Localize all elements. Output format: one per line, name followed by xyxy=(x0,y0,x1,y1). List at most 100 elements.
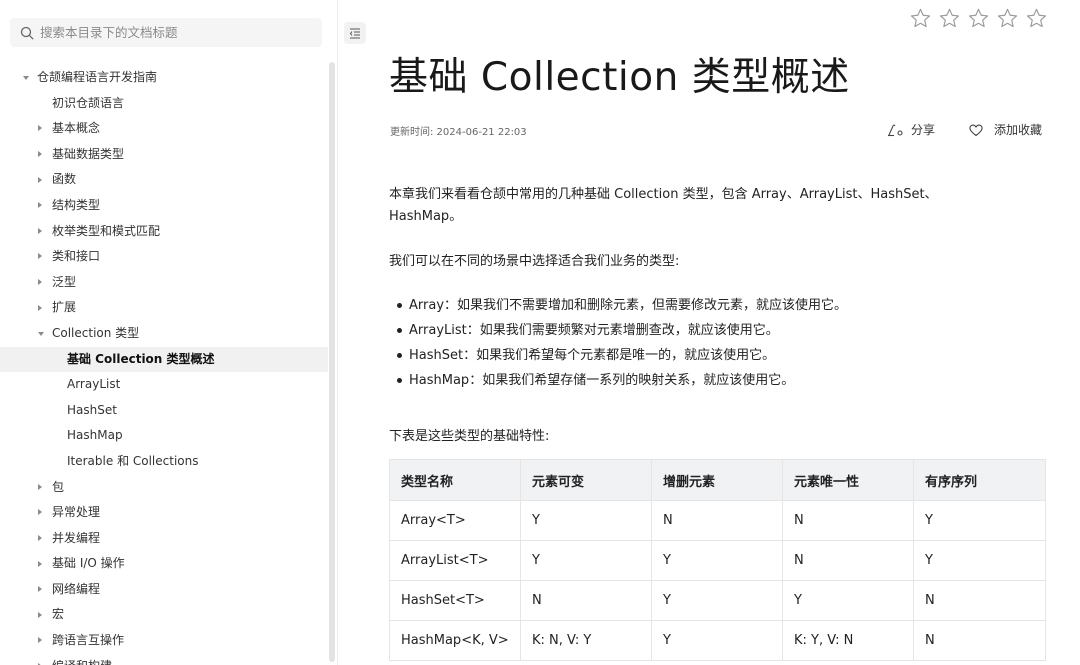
caret-right-icon[interactable] xyxy=(38,227,42,234)
caret-right-icon[interactable] xyxy=(38,534,42,541)
favorite-button[interactable]: 添加收藏 xyxy=(968,121,1042,138)
sidebar-item[interactable]: 扩展 xyxy=(0,295,328,321)
caret-right-icon[interactable] xyxy=(38,279,42,286)
sidebar-item-label: 基础数据类型 xyxy=(52,146,125,161)
table-row: HashMap<K, V> K: N, V: Y Y K: Y, V: NN xyxy=(389,620,1046,661)
sidebar-item[interactable]: 并发编程 xyxy=(0,526,328,552)
table-cell: Y xyxy=(651,620,783,661)
table-row: Array<T> Y N N Y xyxy=(389,500,1046,541)
star-icon[interactable] xyxy=(967,7,990,30)
sidebar-item[interactable]: Iterable 和 Collections xyxy=(0,449,328,475)
favorite-label: 添加收藏 xyxy=(994,123,1043,137)
table-cell: Y xyxy=(782,580,914,621)
table-header-cell: 增删元素 xyxy=(651,459,783,501)
list-item-text: HashMap：如果我们希望存储一系列的映射关系，就应该使用它。 xyxy=(409,373,795,388)
list-item: HashMap：如果我们希望存储一系列的映射关系，就应该使用它。 xyxy=(389,368,847,393)
heart-icon xyxy=(969,124,983,136)
search-box[interactable] xyxy=(10,18,322,47)
sidebar-item-label: 基础 Collection 类型概述 xyxy=(67,351,215,366)
star-icon[interactable] xyxy=(1025,7,1048,30)
page-title: 基础 Collection 类型概述 xyxy=(389,55,850,100)
sidebar: 仓颉编程语言开发指南初识仓颉语言基本概念基础数据类型函数结构类型枚举类型和模式匹… xyxy=(0,0,338,665)
sidebar-item[interactable]: HashMap xyxy=(0,423,328,449)
star-icon[interactable] xyxy=(938,7,961,30)
sidebar-item[interactable]: 枚举类型和模式匹配 xyxy=(0,219,328,245)
bullet-dot xyxy=(397,378,402,383)
sidebar-item[interactable]: 基础数据类型 xyxy=(0,142,328,168)
sidebar-item-label: 仓颉编程语言开发指南 xyxy=(37,70,158,84)
list-item-text: HashSet：如果我们希望每个元素都是唯一的，就应该使用它。 xyxy=(409,348,776,363)
table-cell: N xyxy=(782,500,914,541)
table-header-cell: 类型名称 xyxy=(389,459,521,501)
sidebar-item[interactable]: 基本概念 xyxy=(0,116,328,142)
caret-right-icon[interactable] xyxy=(38,176,42,183)
caret-right-icon[interactable] xyxy=(38,304,42,311)
bullet-dot xyxy=(397,328,402,333)
caret-right-icon[interactable] xyxy=(38,509,42,516)
sidebar-item-label: 泛型 xyxy=(52,274,77,289)
sidebar-item-label: Collection 类型 xyxy=(52,325,140,340)
caret-right-icon[interactable] xyxy=(38,151,42,158)
table-cell: N xyxy=(651,500,783,541)
caret-right-icon[interactable] xyxy=(38,611,42,618)
intro-paragraph: 本章我们来看看仓颉中常用的几种基础 Collection 类型，包含 Array… xyxy=(389,187,938,224)
share-button[interactable]: 分享 xyxy=(887,121,935,138)
caret-down-icon[interactable] xyxy=(23,75,29,80)
sidebar-item-label: 编译和构建 xyxy=(52,654,112,665)
sidebar-item-label: 类和接口 xyxy=(52,249,101,264)
caret-right-icon[interactable] xyxy=(38,202,42,209)
star-icon[interactable] xyxy=(996,7,1019,30)
table-cell: Y xyxy=(651,580,783,621)
star-icon[interactable] xyxy=(909,7,932,30)
sidebar-item-label: 包 xyxy=(52,479,65,494)
sidebar-item[interactable]: 编译和构建 xyxy=(0,654,328,665)
rating-stars[interactable] xyxy=(909,7,1048,30)
sidebar-item[interactable]: 函数 xyxy=(0,167,328,193)
sidebar-item[interactable]: 网络编程 xyxy=(0,577,328,603)
sidebar-scrollbar[interactable] xyxy=(329,62,335,662)
sidebar-item-label: ArrayList xyxy=(67,377,121,392)
sidebar-item-label: 基础 I/O 操作 xyxy=(52,556,125,571)
table-cell: HashSet<T> xyxy=(389,580,521,621)
sidebar-item[interactable]: HashSet xyxy=(0,398,328,424)
sidebar-item-label: 函数 xyxy=(52,172,77,187)
sidebar-item[interactable]: 异常处理 xyxy=(0,500,328,526)
table-cell: N xyxy=(782,540,914,581)
sidebar-item[interactable]: ArrayList xyxy=(0,372,328,398)
sidebar-item[interactable]: 仓颉编程语言开发指南 xyxy=(0,65,328,91)
caret-down-icon[interactable] xyxy=(38,331,44,336)
caret-right-icon[interactable] xyxy=(38,253,42,260)
sidebar-item[interactable]: 初识仓颉语言 xyxy=(0,91,328,117)
table-cell: ArrayList<T> xyxy=(389,540,521,581)
sidebar-item-label: 跨语言互操作 xyxy=(52,633,125,648)
sidebar-item[interactable]: Collection 类型 xyxy=(0,321,328,347)
sidebar-item[interactable]: 结构类型 xyxy=(0,193,328,219)
caret-right-icon[interactable] xyxy=(38,125,42,132)
caret-right-icon[interactable] xyxy=(38,637,42,644)
table-cell: Y xyxy=(913,500,1046,541)
caret-right-icon[interactable] xyxy=(38,560,42,567)
table-header-row: 类型名称 元素可变 增删元素 元素唯一性 有序序列 xyxy=(389,459,1046,501)
doc-tree: 仓颉编程语言开发指南初识仓颉语言 基本概念基础数据类型 函数结构类型 枚举类型和模式匹… xyxy=(0,65,328,665)
main-content: 基础 Collection 类型概述 更新时间: 2024-06-21 22:0… xyxy=(339,0,1080,665)
sidebar-item[interactable]: 基础 Collection 类型概述 xyxy=(0,346,328,373)
list-item-text: Array：如果我们不需要增加和删除元素，但需要修改元素，就应该使用它。 xyxy=(409,298,848,313)
sidebar-item[interactable]: 类和接口 xyxy=(0,244,328,270)
sidebar-item[interactable]: 泛型 xyxy=(0,270,328,296)
sidebar-item[interactable]: 基础 I/O 操作 xyxy=(0,551,328,577)
sidebar-item[interactable]: 跨语言互操作 xyxy=(0,628,328,654)
search-input[interactable] xyxy=(40,25,300,40)
share-label: 分享 xyxy=(911,123,936,137)
list-item-text: ArrayList：如果我们需要频繁对元素增删查改，就应该使用它。 xyxy=(409,323,779,338)
updated-time: 更新时间: 2024-06-21 22:03 xyxy=(390,127,527,138)
caret-right-icon[interactable] xyxy=(38,483,42,490)
table-cell: Y xyxy=(520,500,652,541)
sidebar-item[interactable]: 宏 xyxy=(0,602,328,628)
caret-right-icon[interactable] xyxy=(38,586,42,593)
table-cell: N xyxy=(520,580,652,621)
collapse-sidebar-button[interactable] xyxy=(344,22,366,44)
table-row: HashSet<T> N Y Y N xyxy=(389,580,1046,621)
sidebar-item[interactable]: 包 xyxy=(0,475,328,501)
table-row: ArrayList<T> Y Y N Y xyxy=(389,540,1046,581)
table-header-cell: 元素可变 xyxy=(520,459,652,501)
